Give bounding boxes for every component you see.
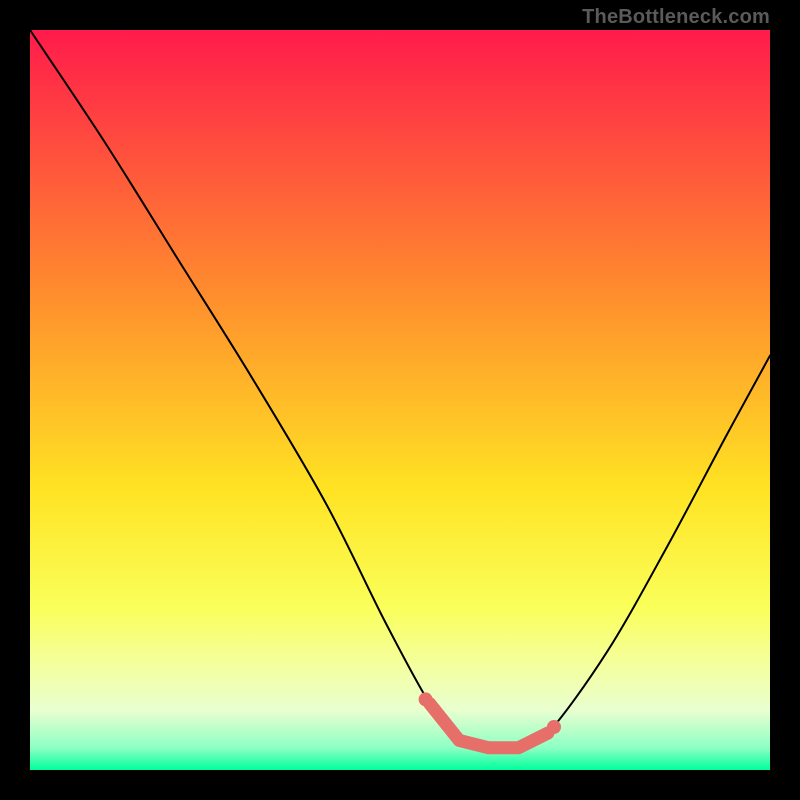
bottleneck-curve bbox=[30, 30, 770, 770]
optimum-marker-knob bbox=[419, 692, 433, 706]
optimum-marker bbox=[430, 703, 548, 747]
chart-frame: TheBottleneck.com bbox=[0, 0, 800, 800]
watermark-text: TheBottleneck.com bbox=[582, 6, 770, 29]
optimum-marker-knob bbox=[547, 720, 561, 734]
plot-area bbox=[30, 30, 770, 770]
